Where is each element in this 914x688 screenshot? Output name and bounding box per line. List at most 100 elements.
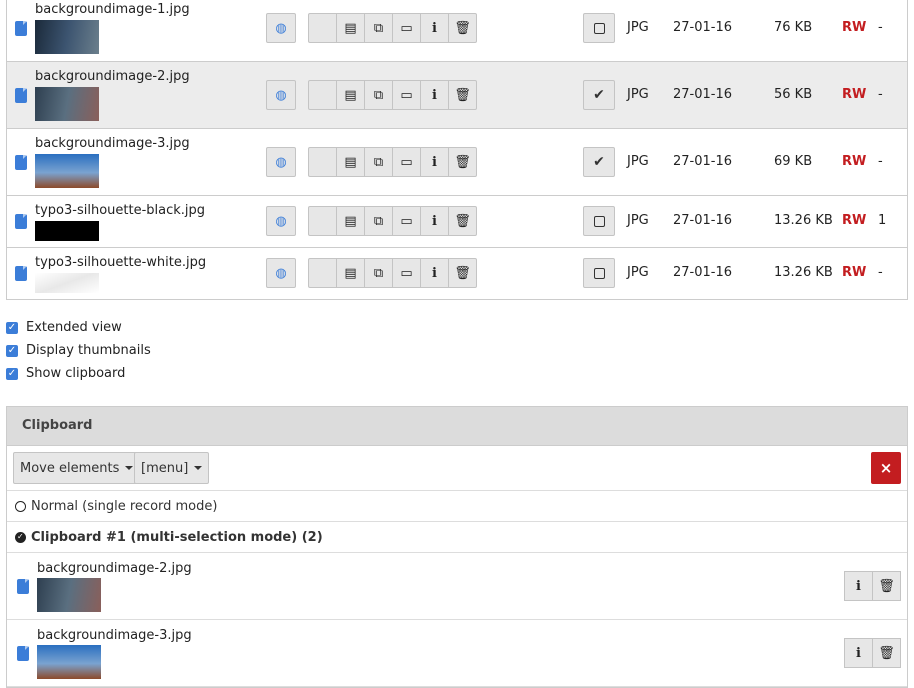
file-thumbnail[interactable] (35, 20, 99, 54)
clipboard-select-checkbox[interactable] (583, 206, 615, 236)
delete-button[interactable]: 🗑 (448, 258, 477, 288)
delete-button[interactable]: 🗑 (448, 147, 477, 177)
info-button[interactable]: i (844, 638, 873, 668)
option-show-clipboard[interactable]: ✓ Show clipboard (6, 366, 125, 381)
rename-button[interactable]: ▭ (392, 80, 421, 110)
file-thumbnail[interactable] (35, 273, 99, 293)
checkbox-checked-icon[interactable]: ✓ (6, 344, 18, 357)
edit-metadata-button[interactable]: ▤ (336, 206, 365, 236)
clipboard-select-checkbox[interactable]: ✔ (583, 147, 615, 177)
info-button[interactable]: i (420, 80, 449, 110)
clipboard-select-checkbox[interactable] (583, 258, 615, 288)
rename-button[interactable]: ▭ (392, 13, 421, 43)
edit-metadata-button[interactable]: ▤ (336, 80, 365, 110)
file-name[interactable]: backgroundimage-3.jpg (35, 136, 190, 151)
radio-checked-icon[interactable] (15, 531, 26, 543)
info-button[interactable]: i (420, 206, 449, 236)
file-type: JPG (627, 265, 649, 280)
trash-icon: 🗑 (454, 20, 471, 36)
file-name[interactable]: backgroundimage-2.jpg (35, 69, 190, 84)
clipboard-select-checkbox[interactable] (583, 13, 615, 43)
clear-clipboard-button[interactable]: × (871, 452, 901, 484)
table-row[interactable]: backgroundimage-2.jpg ◍ ▤ ⧉ ▭ i 🗑 ✔ JPG … (7, 62, 907, 129)
replace-button[interactable]: ⧉ (364, 80, 393, 110)
edit-metadata-icon: ▤ (344, 154, 357, 170)
file-list-table: backgroundimage-1.jpg ◍ ▤ ⧉ ▭ i 🗑 JPG 27… (6, 0, 908, 300)
file-thumbnail[interactable] (35, 87, 99, 121)
delete-button[interactable]: 🗑 (448, 13, 477, 43)
option-display-thumbnails[interactable]: ✓ Display thumbnails (6, 343, 151, 358)
menu-dropdown[interactable]: [menu] (134, 452, 210, 484)
edit-metadata-button[interactable]: ▤ (336, 147, 365, 177)
info-icon: i (432, 213, 437, 229)
file-name[interactable]: typo3-silhouette-white.jpg (35, 255, 206, 270)
image-file-icon[interactable] (15, 21, 27, 36)
check-icon: ✔ (593, 87, 605, 103)
globe-preview-icon: ◍ (275, 154, 287, 170)
move-elements-dropdown[interactable]: Move elements (13, 452, 141, 484)
globe-preview-icon: ◍ (275, 265, 287, 281)
delete-button[interactable]: 🗑 (448, 206, 477, 236)
check-icon: ✔ (593, 154, 605, 170)
preview-button[interactable]: ◍ (266, 80, 296, 110)
file-thumbnail[interactable] (35, 221, 99, 241)
delete-button[interactable]: 🗑 (448, 80, 477, 110)
clipboard-item-name: backgroundimage-2.jpg (37, 561, 192, 576)
file-date: 27-01-16 (673, 213, 733, 228)
option-extended-view[interactable]: ✓ Extended view (6, 320, 122, 335)
image-file-icon[interactable] (15, 88, 27, 103)
replace-button[interactable]: ⧉ (364, 258, 393, 288)
clipboard-panel: Clipboard Move elements [menu] × Normal … (6, 406, 908, 688)
edit-metadata-button[interactable]: ▤ (336, 13, 365, 43)
preview-button[interactable]: ◍ (266, 13, 296, 43)
rename-button[interactable]: ▭ (392, 258, 421, 288)
remove-button[interactable]: 🗑 (872, 571, 901, 601)
file-thumbnail[interactable] (35, 154, 99, 188)
file-references[interactable]: - (878, 154, 883, 169)
option-label: Display thumbnails (26, 343, 151, 358)
info-button[interactable]: i (420, 147, 449, 177)
info-button[interactable]: i (844, 571, 873, 601)
checkbox-checked-icon[interactable]: ✓ (6, 367, 18, 380)
edit-metadata-button[interactable]: ▤ (336, 258, 365, 288)
image-file-icon (17, 646, 29, 661)
globe-preview-icon: ◍ (275, 20, 287, 36)
file-references[interactable]: - (878, 265, 883, 280)
clipboard-mode-normal[interactable]: Normal (single record mode) (7, 491, 907, 522)
option-label: Extended view (26, 320, 122, 335)
preview-button[interactable]: ◍ (266, 258, 296, 288)
file-references[interactable]: - (878, 20, 883, 35)
table-row[interactable]: typo3-silhouette-white.jpg ◍ ▤ ⧉ ▭ i 🗑 J… (7, 248, 907, 299)
checkbox-checked-icon[interactable]: ✓ (6, 321, 18, 334)
image-file-icon[interactable] (15, 155, 27, 170)
image-file-icon[interactable] (15, 266, 27, 281)
file-name[interactable]: typo3-silhouette-black.jpg (35, 203, 205, 218)
edit-metadata-icon: ▤ (344, 213, 357, 229)
edit-metadata-icon: ▤ (344, 265, 357, 281)
file-references[interactable]: - (878, 87, 883, 102)
table-row[interactable]: backgroundimage-3.jpg ◍ ▤ ⧉ ▭ i 🗑 ✔ JPG … (7, 129, 907, 196)
table-row[interactable]: backgroundimage-1.jpg ◍ ▤ ⧉ ▭ i 🗑 JPG 27… (7, 0, 907, 62)
preview-button[interactable]: ◍ (266, 147, 296, 177)
remove-button[interactable]: 🗑 (872, 638, 901, 668)
table-row[interactable]: typo3-silhouette-black.jpg ◍ ▤ ⧉ ▭ i 🗑 J… (7, 196, 907, 248)
clipboard-mode-multi[interactable]: Clipboard #1 (multi-selection mode) (2) (7, 522, 907, 553)
rename-button[interactable]: ▭ (392, 206, 421, 236)
file-permissions: RW (842, 265, 867, 280)
file-date: 27-01-16 (673, 154, 733, 169)
replace-button[interactable]: ⧉ (364, 13, 393, 43)
preview-button[interactable]: ◍ (266, 206, 296, 236)
image-file-icon[interactable] (15, 214, 27, 229)
info-button[interactable]: i (420, 13, 449, 43)
replace-button[interactable]: ⧉ (364, 147, 393, 177)
rename-button[interactable]: ▭ (392, 147, 421, 177)
trash-icon: 🗑 (454, 265, 471, 281)
clipboard-select-checkbox[interactable]: ✔ (583, 80, 615, 110)
file-permissions: RW (842, 87, 867, 102)
file-name[interactable]: backgroundimage-1.jpg (35, 2, 190, 17)
info-button[interactable]: i (420, 258, 449, 288)
radio-empty-icon[interactable] (15, 500, 26, 512)
trash-icon: 🗑 (878, 578, 895, 594)
file-references[interactable]: 1 (878, 213, 886, 228)
replace-button[interactable]: ⧉ (364, 206, 393, 236)
